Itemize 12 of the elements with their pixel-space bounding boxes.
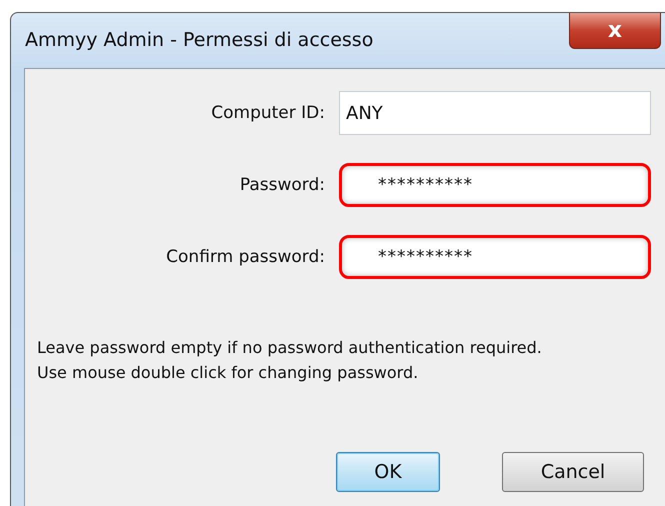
dialog-button[interactable]: Cancel bbox=[502, 452, 644, 492]
input-field[interactable]: ********** bbox=[339, 163, 651, 207]
input-field[interactable]: ANY bbox=[339, 91, 651, 135]
dialog-button[interactable]: OK bbox=[336, 452, 440, 492]
close-button[interactable]: x bbox=[569, 13, 661, 49]
hint-text: Use mouse double click for changing password. bbox=[37, 362, 420, 383]
input-field[interactable]: ********** bbox=[339, 235, 651, 279]
hint-text: Leave password empty if no password authentication required. bbox=[37, 337, 543, 358]
field-label: Computer ID: bbox=[210, 103, 325, 123]
window-title: Ammyy Admin - Permessi di accesso bbox=[25, 29, 374, 51]
field-label: Password: bbox=[238, 175, 325, 195]
field-label: Confirm password: bbox=[165, 247, 325, 267]
